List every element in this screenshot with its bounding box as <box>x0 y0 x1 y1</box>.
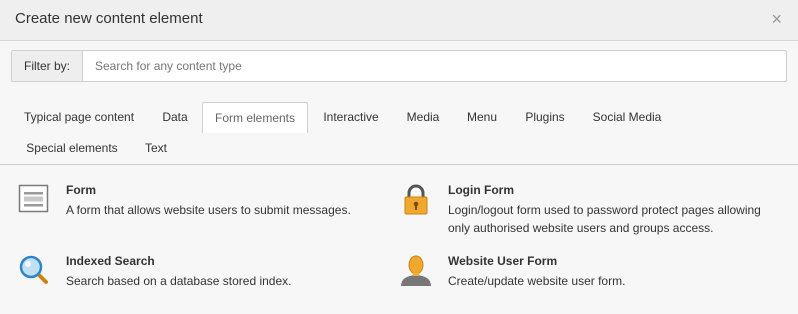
lock-icon <box>404 184 428 215</box>
tab-social-media[interactable]: Social Media <box>582 102 672 132</box>
element-name: Indexed Search <box>66 254 155 268</box>
close-icon[interactable]: × <box>771 9 782 29</box>
tab-menu[interactable]: Menu <box>456 102 508 132</box>
element-name: Website User Form <box>448 254 558 268</box>
tab-bar: Typical page content Data Form elements … <box>0 102 798 165</box>
element-name: Login Form <box>448 183 514 197</box>
form-icon <box>18 184 49 213</box>
tab-special-elements[interactable]: Special elements <box>14 133 130 163</box>
search-input[interactable] <box>84 51 784 81</box>
element-login-form[interactable]: Login Form Login/logout form used to pas… <box>400 183 780 237</box>
tab-data[interactable]: Data <box>150 102 200 132</box>
element-description: Search based on a database stored index. <box>66 274 292 288</box>
tab-text[interactable]: Text <box>136 133 176 163</box>
filter-bar: Filter by: <box>11 50 787 82</box>
search-icon <box>19 255 48 284</box>
content-element-dialog: Create new content element × Filter by: … <box>0 0 798 314</box>
tab-typical-page-content[interactable]: Typical page content <box>12 102 146 132</box>
tab-media[interactable]: Media <box>396 102 450 132</box>
element-description: A form that allows website users to subm… <box>66 203 351 217</box>
user-icon <box>401 255 431 286</box>
filter-label: Filter by: <box>12 51 83 81</box>
element-description: Create/update website user form. <box>448 274 626 288</box>
tab-plugins[interactable]: Plugins <box>514 102 576 132</box>
dialog-title: Create new content element <box>15 10 203 27</box>
element-list: Form A form that allows website users to… <box>0 165 798 314</box>
dialog-header: Create new content element × <box>0 0 798 41</box>
tab-form-elements[interactable]: Form elements <box>202 102 308 133</box>
element-indexed-search[interactable]: Indexed Search Search based on a databas… <box>18 254 378 294</box>
element-website-user-form[interactable]: Website User Form Create/update website … <box>400 254 780 294</box>
element-name: Form <box>66 183 96 197</box>
element-form[interactable]: Form A form that allows website users to… <box>18 183 378 223</box>
tab-interactive[interactable]: Interactive <box>312 102 390 132</box>
element-description: Login/logout form used to password prote… <box>448 203 761 235</box>
